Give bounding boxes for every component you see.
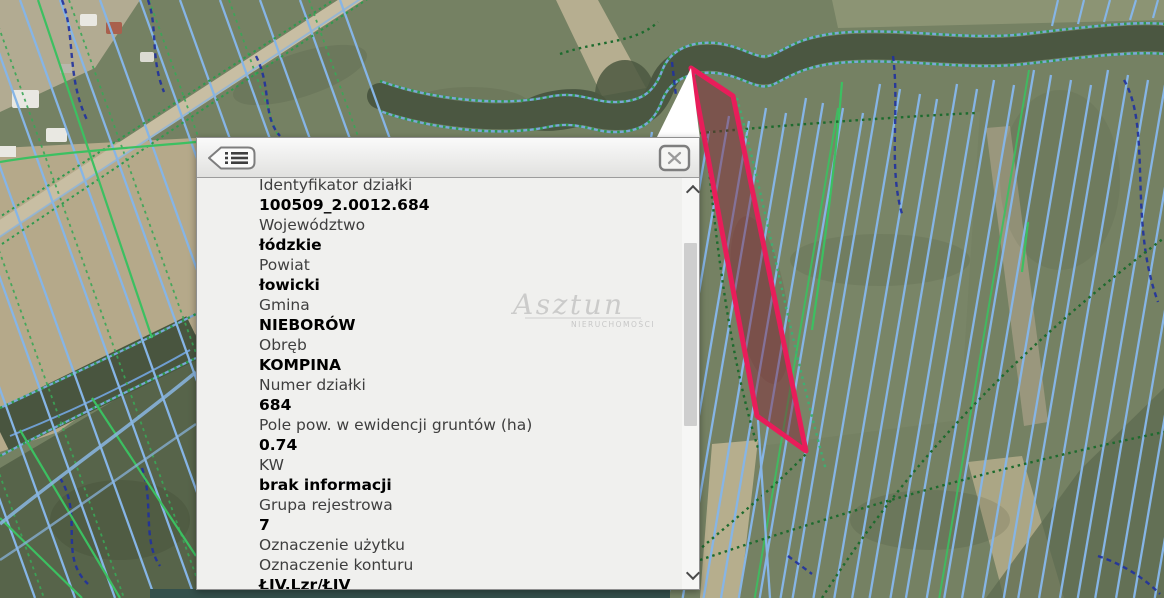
field-label: Oznaczenie konturu xyxy=(259,555,682,575)
field-label: KW xyxy=(259,455,682,475)
chevron-down-icon xyxy=(686,566,700,580)
field-label: Oznaczenie użytku xyxy=(259,535,682,555)
close-icon xyxy=(658,144,692,172)
field-value: KOMPINA xyxy=(259,355,682,375)
field-label: Gmina xyxy=(259,295,682,315)
field-value: 7 xyxy=(259,515,682,535)
back-to-list-button[interactable] xyxy=(206,144,258,172)
panel-header xyxy=(197,138,699,178)
field-label: Grupa rejestrowa xyxy=(259,495,682,515)
field-value: 100509_2.0012.684 xyxy=(259,195,682,215)
parcel-info-panel: Identyfikator działki100509_2.0012.684Wo… xyxy=(196,137,700,590)
field-value: NIEBORÓW xyxy=(259,315,682,335)
field-label: Identyfikator działki xyxy=(259,178,682,195)
field-label: Obręb xyxy=(259,335,682,355)
field-value: ŁIV,Lzr/ŁIV xyxy=(259,575,682,589)
close-button[interactable] xyxy=(658,144,692,172)
list-icon xyxy=(206,144,258,172)
panel-scrollbar[interactable] xyxy=(682,178,699,589)
scrollbar-thumb[interactable] xyxy=(684,243,697,426)
chevron-up-icon xyxy=(686,185,700,199)
field-label: Numer działki xyxy=(259,375,682,395)
field-value: łowicki xyxy=(259,275,682,295)
field-value: brak informacji xyxy=(259,475,682,495)
field-label: Pole pow. w ewidencji gruntów (ha) xyxy=(259,415,682,435)
field-value: 684 xyxy=(259,395,682,415)
map-viewer: Identyfikator działki100509_2.0012.684Wo… xyxy=(0,0,1164,598)
scroll-up-button[interactable] xyxy=(682,182,699,200)
panel-body: Identyfikator działki100509_2.0012.684Wo… xyxy=(197,178,682,589)
field-value: łódzkie xyxy=(259,235,682,255)
field-label: Województwo xyxy=(259,215,682,235)
scroll-down-button[interactable] xyxy=(682,567,699,585)
field-label: Powiat xyxy=(259,255,682,275)
field-value: 0.74 xyxy=(259,435,682,455)
parcel-fields: Identyfikator działki100509_2.0012.684Wo… xyxy=(259,178,682,589)
